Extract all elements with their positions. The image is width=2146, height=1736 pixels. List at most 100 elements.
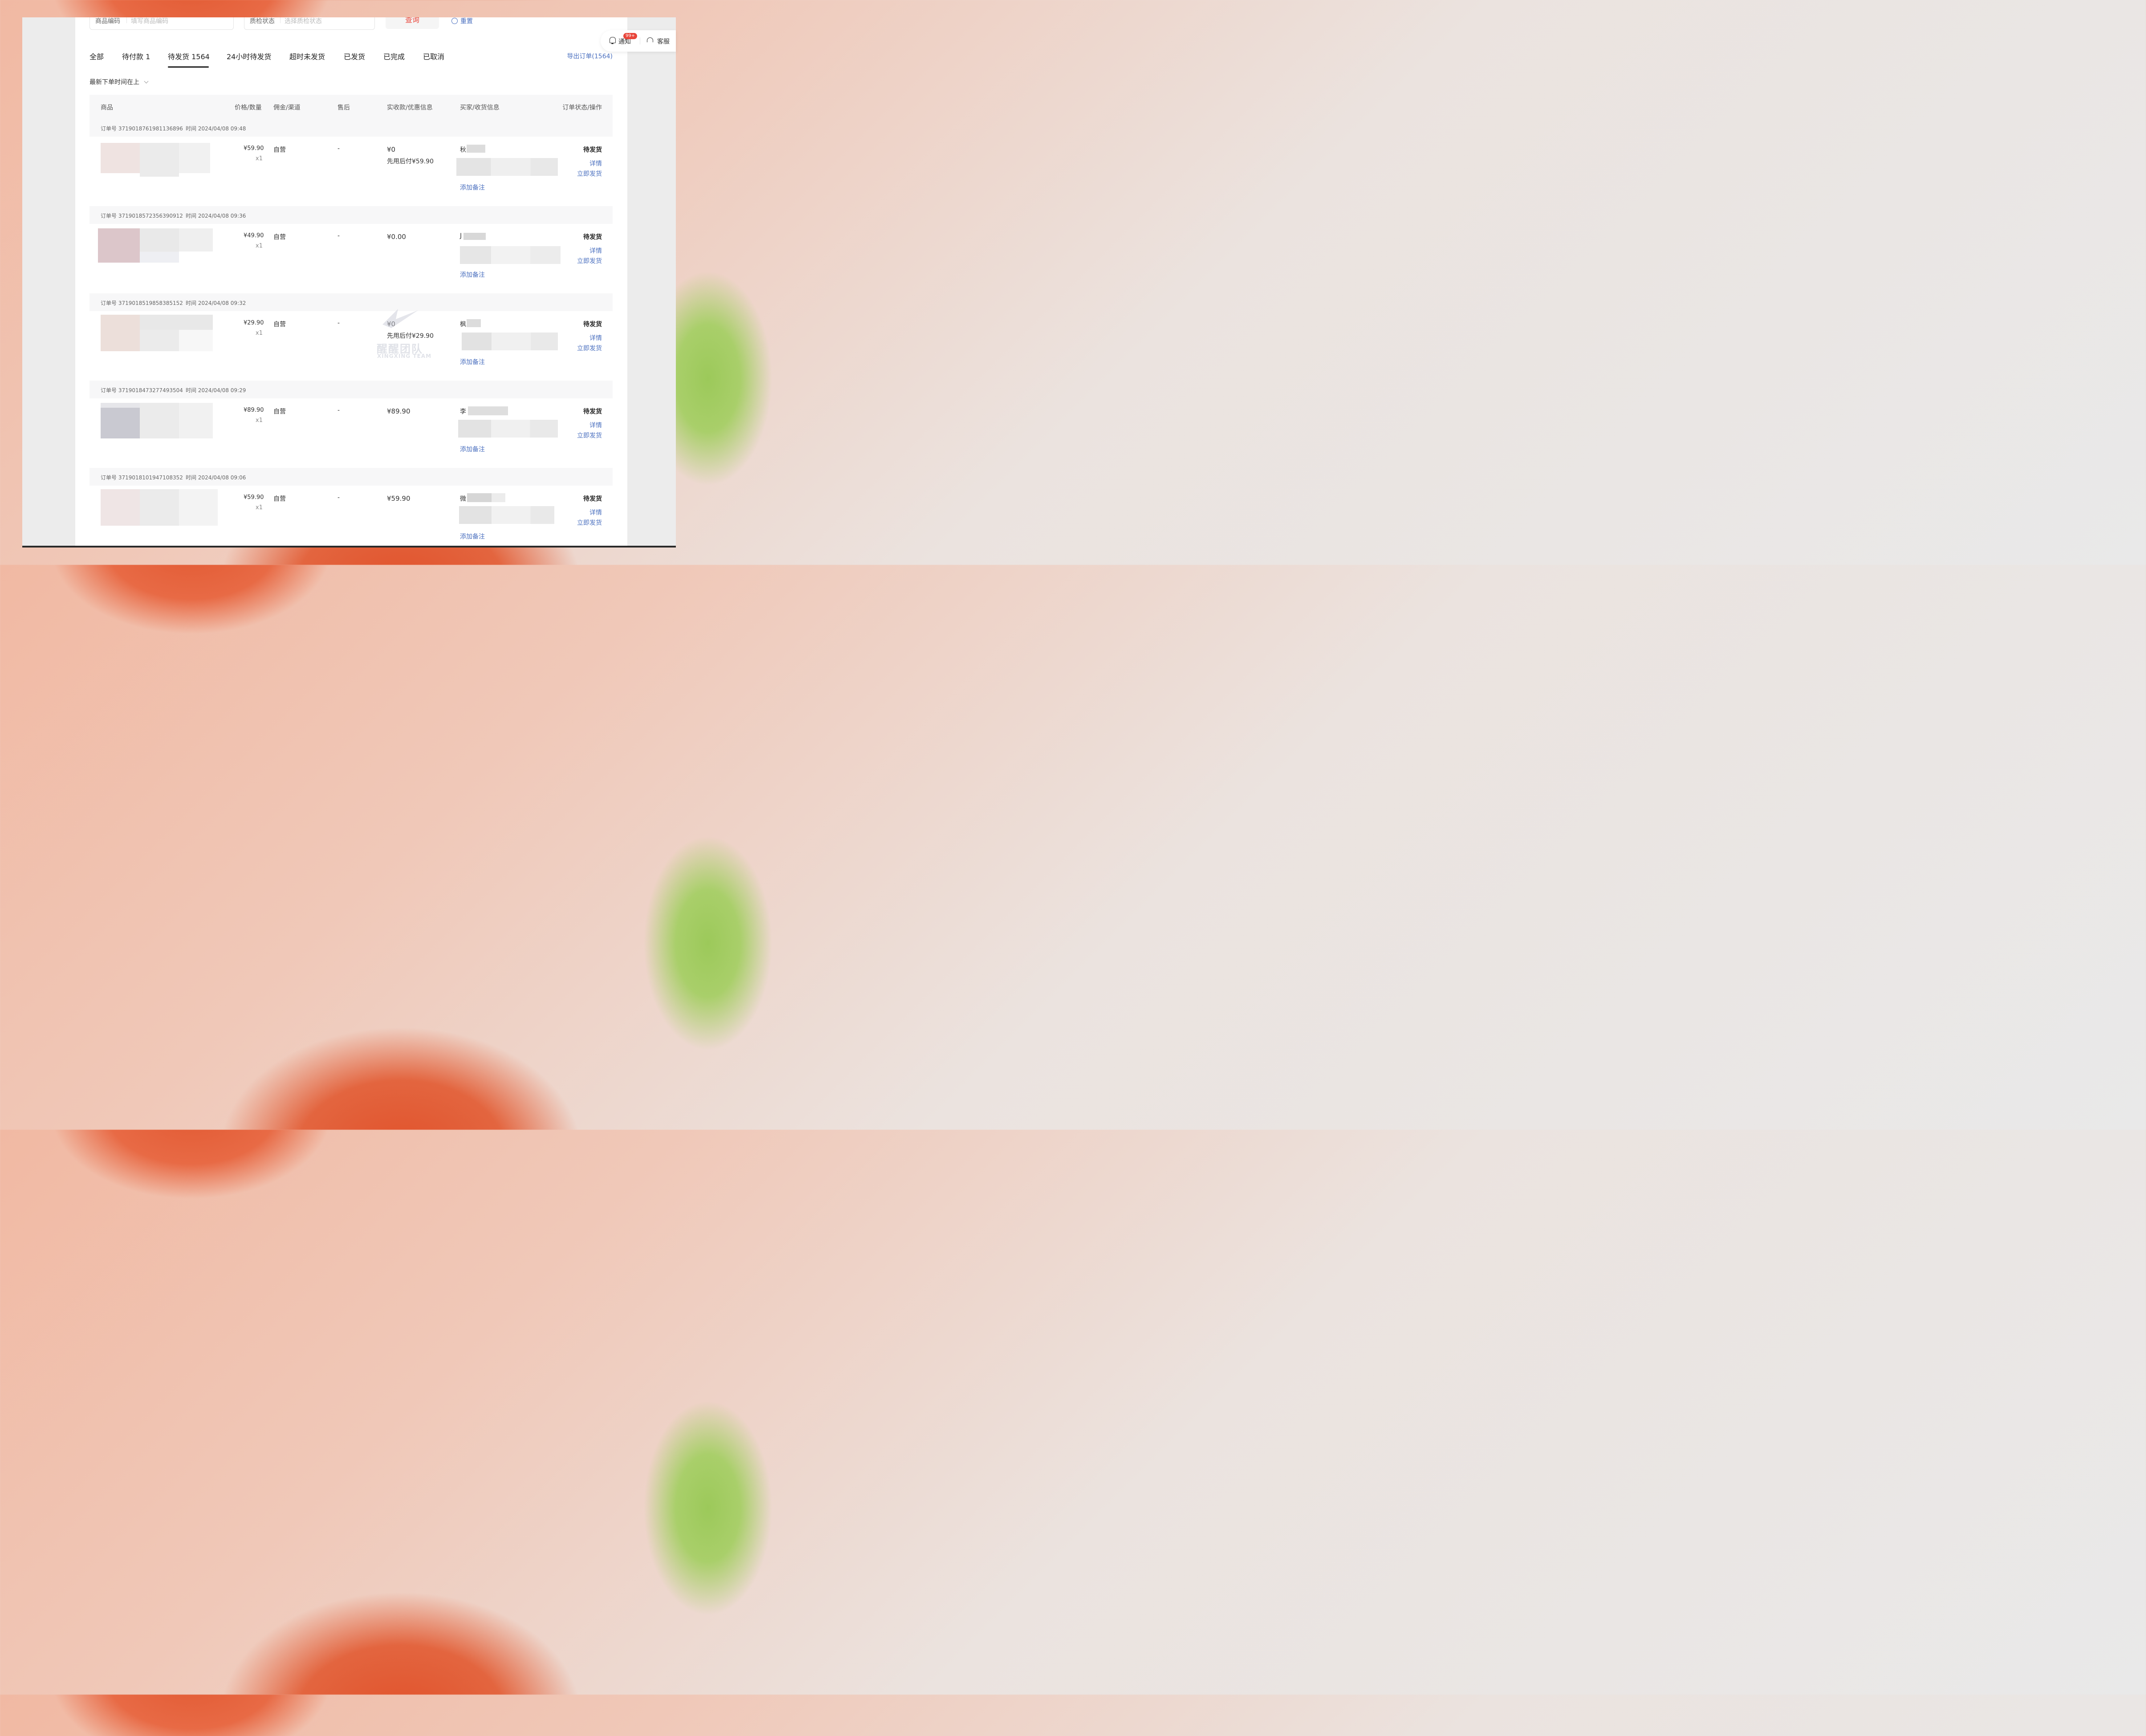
address-blurred	[462, 333, 558, 350]
col-product: 商品	[101, 104, 113, 111]
product-code-input[interactable]: 填写商品编码	[131, 17, 168, 25]
after-sale: -	[337, 232, 340, 239]
notification-badge: 99+	[623, 33, 638, 39]
quantity: x1	[256, 504, 263, 511]
sort-dropdown[interactable]: 最新下单时间在上	[89, 77, 149, 86]
after-sale: -	[337, 320, 340, 327]
product-thumbnail[interactable]	[101, 489, 140, 526]
chevron-down-icon	[144, 79, 149, 84]
tab-24h-pending[interactable]: 24小时待发货	[227, 51, 271, 61]
export-orders-link[interactable]: 导出订单(1564)	[567, 52, 613, 61]
product-info-blurred	[140, 315, 213, 330]
bell-icon	[610, 37, 616, 44]
order-row: ¥29.90 x1 自营 - ¥0 先用后付¥29.90 枫 添加备注 待发货 …	[89, 311, 613, 381]
watermark-logo-icon	[382, 309, 418, 328]
add-note-link[interactable]: 添加备注	[460, 270, 485, 279]
col-buyer: 买家/收货信息	[460, 104, 500, 111]
paid-amount: ¥89.90	[387, 407, 411, 415]
detail-link[interactable]: 详情	[589, 159, 602, 168]
buyer-name: 李	[460, 408, 466, 415]
tab-cancelled[interactable]: 已取消	[423, 51, 444, 61]
active-tab-indicator	[168, 66, 209, 68]
product-info-blurred	[179, 143, 210, 173]
order-number: 订单号 3719018101947108352	[101, 475, 183, 481]
order-row: ¥59.90 x1 自营 - ¥59.90 微 添加备注 待发货 详情 立即发货	[89, 486, 613, 546]
channel: 自营	[273, 146, 286, 154]
tab-overdue[interactable]: 超时未发货	[289, 51, 325, 61]
order-header: 订单号 3719018572356390912 时间 2024/04/08 09…	[89, 206, 613, 224]
buyer-info-blurred	[467, 493, 505, 502]
order-number: 订单号 3719018519858385152	[101, 300, 183, 306]
tab-pending-shipment[interactable]: 待发货 1564	[168, 51, 210, 61]
order-number: 订单号 3719018761981136896	[101, 126, 183, 132]
product-code-filter[interactable]: 商品编码 填写商品编码	[89, 17, 234, 30]
product-info-blurred	[179, 403, 213, 438]
detail-link[interactable]: 详情	[589, 246, 602, 255]
address-blurred	[456, 158, 558, 176]
order-time: 时间 2024/04/08 09:29	[186, 387, 246, 393]
reset-label: 重置	[460, 18, 473, 25]
buyer-name: 微	[460, 495, 466, 503]
add-note-link[interactable]: 添加备注	[460, 357, 485, 366]
tab-pending-payment[interactable]: 待付款 1	[122, 51, 150, 61]
filter-separator	[126, 17, 127, 23]
product-thumbnail[interactable]	[98, 228, 140, 263]
channel: 自营	[273, 408, 286, 415]
col-payment: 实收款/优惠信息	[387, 104, 433, 111]
reset-button[interactable]: 重置	[451, 17, 473, 25]
product-thumbnail[interactable]	[101, 403, 140, 438]
address-blurred	[460, 246, 561, 264]
col-after-sale: 售后	[337, 104, 350, 111]
query-button[interactable]: 查询	[386, 17, 439, 29]
order-status: 待发货	[583, 234, 602, 241]
discount-info: 先用后付¥29.90	[387, 333, 434, 340]
product-info-blurred	[140, 403, 179, 438]
order-number: 订单号 3719018572356390912	[101, 213, 183, 219]
channel: 自营	[273, 495, 286, 503]
price: ¥59.90	[244, 145, 264, 152]
product-info-blurred	[140, 143, 179, 177]
detail-link[interactable]: 详情	[589, 508, 602, 517]
order-header: 订单号 3719018761981136896 时间 2024/04/08 09…	[89, 119, 613, 137]
ship-now-link[interactable]: 立即发货	[577, 256, 602, 265]
product-info-blurred	[179, 228, 213, 251]
ship-now-link[interactable]: 立即发货	[577, 518, 602, 527]
price: ¥59.90	[244, 494, 264, 501]
add-note-link[interactable]: 添加备注	[460, 532, 485, 541]
customer-service-label: 客服	[657, 38, 670, 45]
quantity: x1	[256, 417, 263, 424]
qc-status-select[interactable]: 选择质检状态	[285, 17, 322, 25]
headset-icon	[647, 37, 653, 42]
product-thumbnail[interactable]	[101, 143, 140, 173]
channel: 自营	[273, 234, 286, 241]
order-row: ¥59.90 x1 自营 - ¥0 先用后付¥59.90 秋 添加备注 待发货 …	[89, 137, 613, 206]
tab-all[interactable]: 全部	[89, 51, 104, 61]
address-blurred	[459, 506, 554, 524]
add-note-link[interactable]: 添加备注	[460, 445, 485, 454]
qc-status-filter[interactable]: 质检状态 选择质检状态	[244, 17, 375, 30]
col-price-qty: 价格/数量	[235, 104, 262, 111]
order-number: 订单号 3719018473277493504	[101, 387, 183, 393]
add-note-link[interactable]: 添加备注	[460, 183, 485, 192]
channel: 自营	[273, 321, 286, 328]
paid-amount: ¥0	[387, 146, 396, 154]
buyer-name: 秋	[460, 146, 466, 154]
tab-shipped[interactable]: 已发货	[344, 51, 365, 61]
order-header: 订单号 3719018101947108352 时间 2024/04/08 09…	[89, 468, 613, 486]
detail-link[interactable]: 详情	[589, 333, 602, 342]
buyer-info-blurred	[467, 319, 481, 327]
detail-link[interactable]: 详情	[589, 421, 602, 430]
tab-completed[interactable]: 已完成	[383, 51, 405, 61]
product-thumbnail[interactable]	[101, 315, 140, 351]
buyer-name: J	[460, 232, 462, 239]
ship-now-link[interactable]: 立即发货	[577, 431, 602, 440]
ship-now-link[interactable]: 立即发货	[577, 169, 602, 178]
ship-now-link[interactable]: 立即发货	[577, 344, 602, 353]
buyer-info-blurred	[467, 145, 485, 153]
quantity: x1	[256, 243, 263, 249]
order-time: 时间 2024/04/08 09:36	[186, 213, 246, 219]
col-commission: 佣金/渠道	[273, 104, 301, 111]
paid-amount: ¥59.90	[387, 495, 411, 503]
product-info-blurred	[179, 489, 218, 526]
product-info-blurred	[179, 330, 213, 351]
